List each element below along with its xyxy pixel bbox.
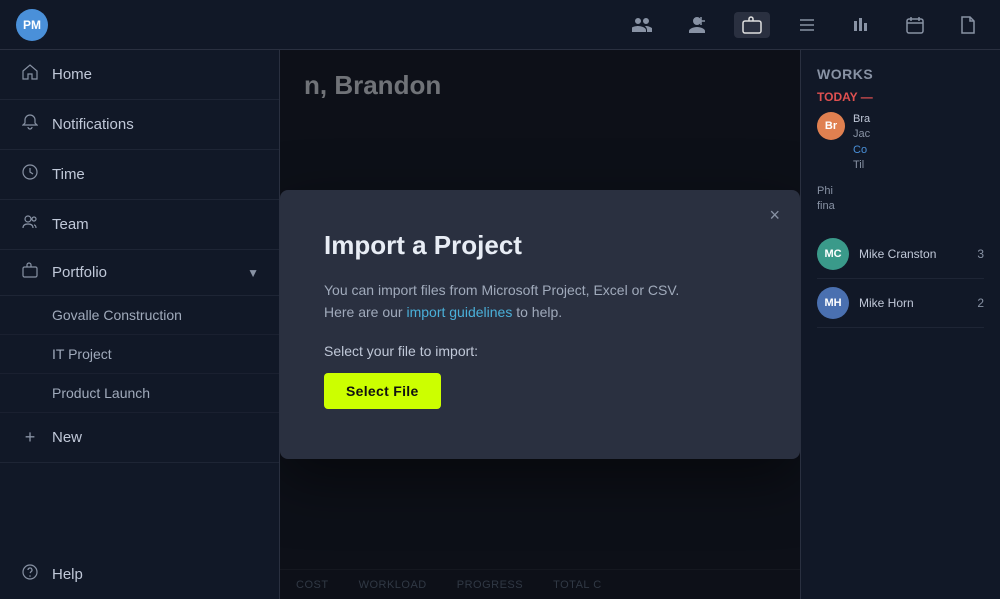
sidebar-item-notifications-label: Notifications [52,116,134,133]
sidebar-item-home[interactable]: Home [0,50,279,100]
modal-description-text1: You can import files from Microsoft Proj… [324,282,679,298]
sidebar-item-portfolio[interactable]: Portfolio ▼ [0,250,279,296]
activity-detail: Jac Co Til [853,128,870,171]
chart-nav-icon[interactable] [844,13,878,37]
sidebar-subitem-govalle-label: Govalle Construction [52,307,182,323]
activity-link[interactable]: Co [853,144,867,156]
right-panel-title: Works [817,66,984,82]
sidebar-item-team-label: Team [52,216,89,233]
sidebar-item-help[interactable]: Help [0,550,279,599]
sidebar-item-team[interactable]: Team [0,200,279,250]
main-layout: Home Notifications Time [0,50,1000,599]
member-name-mc: Mike Cranston [859,247,967,261]
activity-text-1: Bra Jac Co Til [853,112,870,174]
import-project-modal: × Import a Project You can import files … [280,190,800,460]
portfolio-icon [20,262,40,283]
today-label: TODAY — [817,90,984,104]
document-nav-icon[interactable] [952,12,984,38]
activity-item-1: Br Bra Jac Co Til [817,112,984,174]
sidebar-item-notifications[interactable]: Notifications [0,100,279,150]
right-panel: Works TODAY — Br Bra Jac Co Til Phifina … [800,50,1000,599]
avatar-bra: Br [817,112,845,140]
modal-title: Import a Project [324,230,756,261]
modal-select-label: Select your file to import: [324,343,756,359]
sidebar-item-new-label: New [52,429,82,446]
modal-overlay: × Import a Project You can import files … [280,50,800,599]
member-avatar-mh: MH [817,287,849,319]
briefcase-nav-icon[interactable] [734,12,770,38]
chevron-down-icon: ▼ [247,266,259,280]
team-nav-icon[interactable] [680,12,714,38]
activity-item-2: Phifina [817,184,984,215]
member-avatar-mc: MC [817,238,849,270]
modal-description-text2: Here are our [324,304,406,320]
member-item-mh: MH Mike Horn 2 [817,279,984,328]
sidebar-item-time-label: Time [52,166,85,183]
top-nav: PM [0,0,1000,50]
sidebar: Home Notifications Time [0,50,280,599]
content-area: n, Brandon COST WORKLOAD PROGRESS TOTAL … [280,50,800,599]
select-file-button[interactable]: Select File [324,373,441,409]
sidebar-item-portfolio-label: Portfolio [52,264,107,281]
nav-icons [624,12,984,38]
home-icon [20,64,40,85]
modal-description: You can import files from Microsoft Proj… [324,279,756,324]
members-section: MC Mike Cranston 3 MH Mike Horn 2 [817,230,984,328]
sidebar-item-time[interactable]: Time [0,150,279,200]
modal-description-text3: to help. [512,304,562,320]
sidebar-item-help-label: Help [52,566,83,583]
sidebar-subitem-govalle[interactable]: Govalle Construction [0,296,279,335]
sidebar-item-home-label: Home [52,66,92,83]
notifications-icon [20,114,40,135]
member-count-mc: 3 [977,247,984,261]
team-sidebar-icon [20,214,40,235]
help-icon [20,564,40,585]
sidebar-subitem-product-label: Product Launch [52,385,150,401]
activity-name: Bra [853,113,870,125]
member-item-mc: MC Mike Cranston 3 [817,230,984,279]
sidebar-subitem-it-label: IT Project [52,346,112,362]
member-count-mh: 2 [977,296,984,310]
members-nav-icon[interactable] [624,12,660,38]
time-icon [20,164,40,185]
sidebar-subitem-it[interactable]: IT Project [0,335,279,374]
modal-close-button[interactable]: × [769,206,780,224]
sidebar-item-new[interactable]: + New [0,413,279,463]
app-logo[interactable]: PM [16,9,48,41]
import-guidelines-link[interactable]: import guidelines [406,304,512,320]
plus-icon: + [20,427,40,448]
list-nav-icon[interactable] [790,13,824,37]
activity-extra: Phifina [817,185,835,212]
calendar-nav-icon[interactable] [898,12,932,38]
member-name-mh: Mike Horn [859,296,967,310]
sidebar-subitem-product[interactable]: Product Launch [0,374,279,413]
activity-text-2: Phifina [817,184,835,215]
